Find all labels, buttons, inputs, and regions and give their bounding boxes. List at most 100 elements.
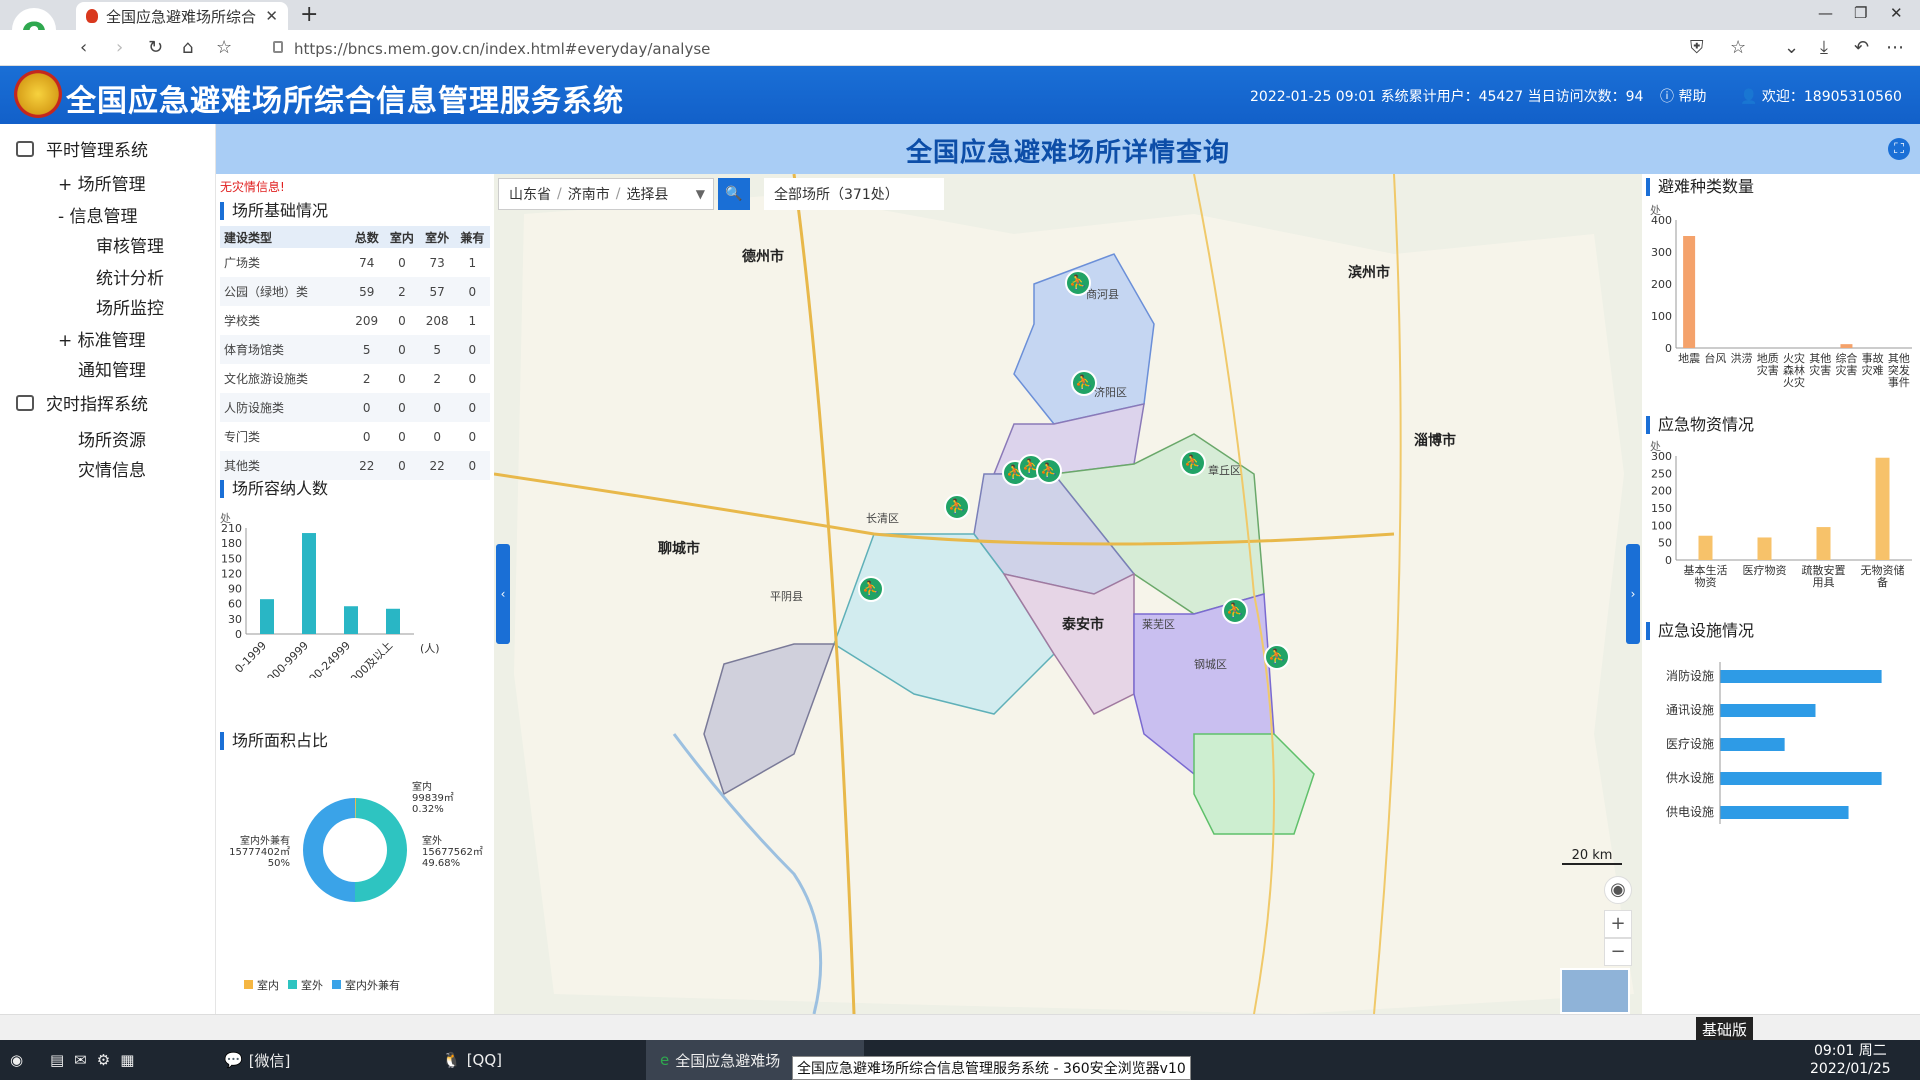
fullscreen-icon[interactable]: ⛶ [1888,138,1910,160]
map-view[interactable]: 山东省 / 济南市 / 选择县 ▼ 🔍 全部场所（371处） ‹ › 德州市 聊城市 泰安… [494,174,1642,1014]
nav-site-monitor[interactable]: 场所监控 [96,294,164,319]
facilities-chart: 消防设施通讯设施医疗设施供水设施供电设施无应急设施076152226处 [1666,662,1882,824]
y-tick-label: 200 [1651,485,1672,498]
overview-minimap[interactable] [1560,968,1630,1014]
help-link[interactable]: ⓘ 帮助 [1660,86,1706,106]
shelter-marker[interactable]: ⛹ [1036,458,1062,484]
tab-close-icon[interactable]: ✕ [265,7,278,25]
browser-statusbar: 基础版 [0,1014,1920,1042]
table-row: 人防设施类 0 0 0 0 [220,393,490,422]
y-tick-label: 消防设施 [1666,668,1714,683]
nav-info-mgmt[interactable]: - 信息管理 [58,202,138,227]
collapse-left-button[interactable]: ‹ [496,544,510,644]
y-tick-label: 400 [1651,214,1672,227]
back-icon[interactable]: ‹ [80,37,87,58]
window-close-icon[interactable]: ✕ [1890,4,1903,22]
dropdown-icon[interactable]: ⌄ [1784,37,1799,58]
table-cell: 0 [454,451,490,480]
shelter-marker[interactable]: ⛹ [1180,450,1206,476]
nav-std-mgmt[interactable]: + 标准管理 [58,326,146,351]
y-tick-label: 210 [221,522,242,535]
area-title: 场所面积占比 [220,732,328,750]
version-badge[interactable]: 基础版 [1696,1017,1754,1042]
zoom-out-button[interactable]: − [1604,938,1632,966]
y-tick-label: 250 [1651,467,1672,480]
table-cell: 208 [425,313,449,328]
collapse-right-button[interactable]: › [1626,544,1640,644]
table-cell: 专门类 [224,430,261,444]
shelter-type-title: 避难种类数量 [1646,178,1754,196]
legend-label: 室外 [301,978,323,992]
nav-site-mgmt[interactable]: + 场所管理 [58,170,146,195]
undo-icon[interactable]: ↶ [1854,37,1869,58]
x-tick-label: 用具 [1813,576,1835,589]
favorite-icon[interactable]: ☆ [1730,37,1746,58]
menu-icon[interactable]: ⋯ [1886,37,1904,58]
facilities-title: 应急设施情况 [1646,622,1754,640]
download-icon[interactable]: ⤓ [1820,37,1828,58]
chart-bar [1720,704,1816,717]
chart-bar [1683,236,1696,348]
bookmark-icon[interactable]: ☆ [216,37,232,58]
y-tick-label: 供水设施 [1666,771,1714,785]
nav-stats[interactable]: 统计分析 [96,264,164,289]
nav-disaster-info[interactable]: 灾情信息 [78,456,146,481]
y-tick-label: 150 [1651,502,1672,515]
nav-group-disaster[interactable]: 灾时指挥系统 [16,390,148,415]
search-button[interactable]: 🔍 [718,178,750,210]
table-cell: 57 [419,277,455,306]
chart-bar [302,533,316,634]
system-clock[interactable]: 09:01 周二 2022/01/25 [1810,1042,1891,1078]
tab-title: 全国应急避难场所综合 [106,7,257,26]
table-cell: 0 [398,371,406,386]
pie-annotation: 99839㎡ [412,792,454,804]
address-bar[interactable]: https://bncs.mem.gov.cn/index.html#every… [294,40,710,58]
x-tick-label: 事故 [1862,351,1884,365]
map-label-zhangqiu: 章丘区 [1208,464,1241,477]
zoom-in-button[interactable]: + [1604,910,1632,938]
nav-audit-mgmt[interactable]: 审核管理 [96,232,164,257]
map-label-taian: 泰安市 [1062,617,1104,633]
new-tab-button[interactable]: + [300,2,318,27]
x-tick-label: 灾难 [1862,363,1884,377]
minimize-icon[interactable]: — [1818,4,1833,22]
home-icon[interactable]: ⌂ [182,37,193,58]
app-title: 全国应急避难场所综合信息管理服务系统 [66,84,624,119]
nav-site-resource[interactable]: 场所资源 [78,426,146,451]
x-tick-label: 灾害 [1809,363,1831,377]
locate-icon[interactable]: ◉ [1604,876,1632,904]
shelter-marker[interactable]: ⛹ [1264,644,1290,670]
page-title-band: 全国应急避难场所详情查询 ⛶ [216,124,1920,174]
pinned-apps[interactable]: ▤✉⚙▦ [40,1040,190,1080]
nav-group-peacetime[interactable]: 平时管理系统 [16,136,148,161]
task-qq[interactable]: 🐧 [QQ] [428,1040,642,1080]
shelter-marker[interactable]: ⛹ [1222,598,1248,624]
restore-icon[interactable]: ❐ [1854,4,1867,22]
forward-icon[interactable]: › [116,37,123,58]
reload-icon[interactable]: ↻ [148,37,163,58]
task-wechat[interactable]: 💬 [微信] [210,1040,424,1080]
table-cell: 0 [384,393,420,422]
user-welcome[interactable]: 👤 欢迎：18905310560 [1740,86,1902,106]
table-cell: 其他类 [220,451,350,480]
region-selector[interactable]: 山东省 / 济南市 / 选择县 ▼ [498,178,714,210]
x-tick-label: 基本生活 [1684,563,1728,577]
table-header: 室内 [384,226,420,248]
table-header: 兼有 [454,226,490,248]
chart-bar [1720,806,1849,819]
shield-icon[interactable]: ⛨ [1690,37,1704,58]
shelter-marker[interactable]: ⛹ [858,576,884,602]
y-tick-label: 300 [1651,246,1672,259]
y-tick-label: 50 [1658,537,1672,550]
nav-notice-mgmt[interactable]: 通知管理 [78,356,146,381]
x-tick-label: 物资 [1695,575,1717,589]
shelter-marker[interactable]: ⛹ [944,494,970,520]
chevron-down-icon: ▼ [695,187,705,201]
table-cell: 人防设施类 [220,393,350,422]
browser-tab[interactable]: 全国应急避难场所综合 ✕ [76,2,288,30]
shelter-marker[interactable]: ⛹ [1071,370,1097,396]
y-tick-label: 医疗设施 [1666,737,1714,751]
start-icon[interactable]: ◉ [4,1040,40,1080]
table-cell: 学校类 [224,314,261,328]
shelter-marker[interactable]: ⛹ [1065,270,1091,296]
